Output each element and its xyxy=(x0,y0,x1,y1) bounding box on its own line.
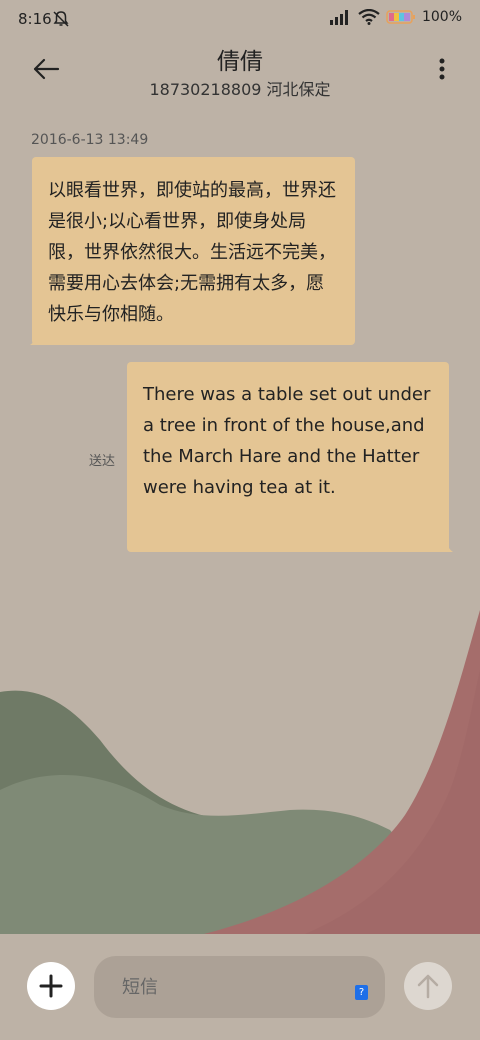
background-hills xyxy=(0,610,480,940)
sim-card-icon[interactable]: ? xyxy=(355,985,368,1000)
conversation-header: 倩倩 18730218809 河北保定 xyxy=(0,40,480,110)
outgoing-message-text: There was a table set out under a tree i… xyxy=(143,384,431,498)
outgoing-message-bubble[interactable]: There was a table set out under a tree i… xyxy=(127,362,449,552)
status-bar: 8:16 100% xyxy=(0,0,480,40)
battery-icon xyxy=(386,10,415,24)
bubble-tail xyxy=(443,540,453,552)
status-time: 8:16 xyxy=(18,10,52,28)
incoming-message-text: 以眼看世界，即使站的最高，世界还是很小;以心看世界，即使身处局限，世界依然很大。… xyxy=(48,180,336,325)
delivery-status: 送达 xyxy=(89,454,116,469)
message-timestamp: 2016-6-13 13:49 xyxy=(31,132,149,148)
wifi-icon xyxy=(358,9,380,25)
battery-percent: 100% xyxy=(421,9,462,25)
signal-icon xyxy=(329,10,348,25)
more-vertical-icon[interactable] xyxy=(434,56,450,86)
send-button[interactable] xyxy=(404,962,452,1010)
composer-bar: ? xyxy=(0,934,480,1040)
add-attachment-button[interactable] xyxy=(27,962,75,1010)
sms-input[interactable] xyxy=(120,975,344,999)
plus-icon xyxy=(39,974,63,998)
sms-input-container: ? xyxy=(94,956,385,1018)
send-arrow-icon xyxy=(417,974,439,999)
contact-detail: 18730218809 河北保定 xyxy=(149,80,331,99)
bell-muted-icon xyxy=(53,11,69,27)
incoming-message-bubble[interactable]: 以眼看世界，即使站的最高，世界还是很小;以心看世界，即使身处局限，世界依然很大。… xyxy=(32,157,355,345)
status-right: 100% xyxy=(329,9,462,25)
contact-name: 倩倩 xyxy=(217,49,263,75)
